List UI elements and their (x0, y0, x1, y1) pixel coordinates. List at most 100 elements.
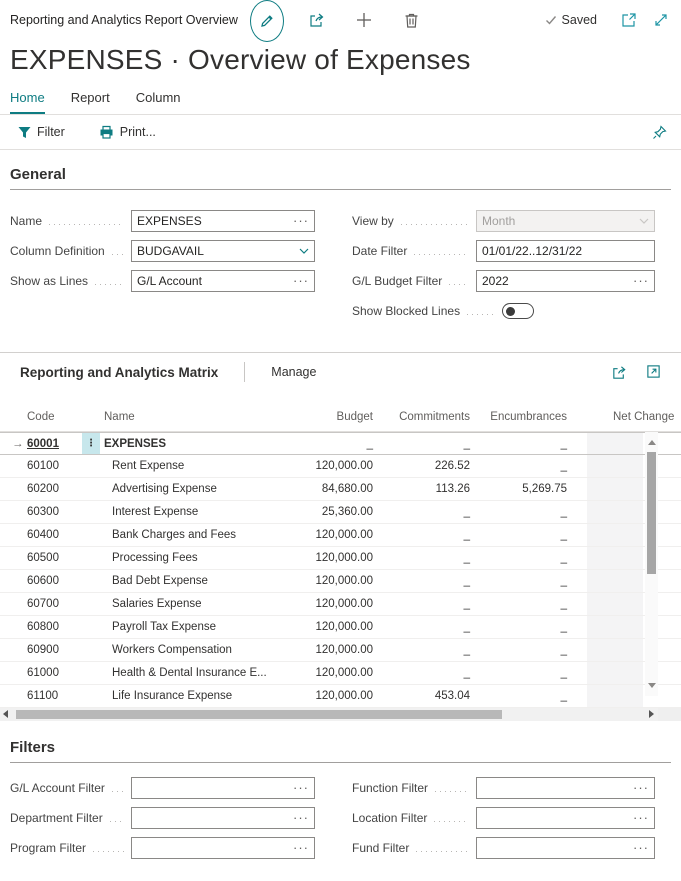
cell-commitments[interactable]: _ (370, 547, 470, 569)
cell-budget[interactable]: 120,000.00 (273, 662, 373, 684)
matrix-manage-menu[interactable]: Manage (271, 365, 316, 379)
matrix-share-button[interactable] (611, 364, 628, 381)
cell-budget[interactable]: 120,000.00 (273, 685, 373, 707)
cell-encumbrances[interactable]: _ (467, 501, 567, 523)
expand-button[interactable] (653, 0, 669, 40)
cell-net-change[interactable] (587, 501, 643, 523)
code-link[interactable]: 61000 (27, 667, 59, 679)
code-link[interactable]: 60200 (27, 483, 59, 495)
code-link[interactable]: 60100 (27, 460, 59, 472)
edit-button[interactable] (250, 0, 284, 42)
tab-home[interactable]: Home (10, 90, 45, 114)
pin-button[interactable] (652, 125, 667, 140)
ellipsis-assist-icon[interactable]: ··· (633, 783, 649, 793)
column-header-commitments[interactable]: Commitments (399, 411, 470, 423)
cell-encumbrances[interactable]: _ (467, 593, 567, 615)
cell-commitments[interactable]: 226.52 (370, 455, 470, 477)
cell-budget[interactable]: 120,000.00 (273, 639, 373, 661)
cell-net-change[interactable] (587, 524, 643, 546)
department-filter-input[interactable]: ··· (131, 807, 315, 829)
scroll-left-icon[interactable] (3, 710, 8, 718)
table-row[interactable]: → 60001 ⋮ EXPENSES _ _ _ (0, 432, 681, 455)
cell-encumbrances[interactable]: _ (467, 547, 567, 569)
horizontal-scroll-thumb[interactable] (16, 710, 502, 719)
column-header-code[interactable]: Code (27, 411, 55, 423)
cell-encumbrances[interactable]: _ (467, 570, 567, 592)
table-row[interactable]: → 61100 Life Insurance Expense 120,000.0… (0, 685, 681, 708)
column-header-net-change[interactable]: Net Change (613, 411, 681, 423)
cell-commitments[interactable]: _ (370, 639, 470, 661)
cell-budget[interactable]: _ (273, 433, 373, 454)
cell-encumbrances[interactable]: _ (467, 455, 567, 477)
cell-commitments[interactable]: 113.26 (370, 478, 470, 500)
cell-budget[interactable]: 120,000.00 (273, 547, 373, 569)
cell-budget[interactable]: 25,360.00 (273, 501, 373, 523)
cell-commitments[interactable]: _ (370, 433, 470, 454)
fund-filter-input[interactable]: ··· (476, 837, 655, 859)
cell-net-change[interactable] (587, 662, 643, 684)
code-link[interactable]: 60700 (27, 598, 59, 610)
cell-budget[interactable]: 120,000.00 (273, 616, 373, 638)
code-link[interactable]: 61100 (27, 690, 58, 702)
cell-budget[interactable]: 120,000.00 (273, 570, 373, 592)
code-link[interactable]: 60001 (27, 438, 59, 450)
cell-commitments[interactable]: _ (370, 570, 470, 592)
table-row[interactable]: → 60200 Advertising Expense 84,680.00 11… (0, 478, 681, 501)
location-filter-input[interactable]: ··· (476, 807, 655, 829)
filter-button[interactable]: Filter (18, 125, 65, 139)
name-input[interactable]: EXPENSES ··· (131, 210, 315, 232)
date-filter-input[interactable]: 01/01/22..12/31/22 (476, 240, 655, 262)
cell-encumbrances[interactable]: _ (467, 662, 567, 684)
ellipsis-assist-icon[interactable]: ··· (293, 843, 309, 853)
table-row[interactable]: → 60300 Interest Expense 25,360.00 _ _ (0, 501, 681, 524)
tab-column[interactable]: Column (136, 90, 181, 114)
show-as-lines-input[interactable]: G/L Account ··· (131, 270, 315, 292)
code-link[interactable]: 60500 (27, 552, 59, 564)
table-row[interactable]: → 60600 Bad Debt Expense 120,000.00 _ _ (0, 570, 681, 593)
cell-commitments[interactable]: _ (370, 501, 470, 523)
cell-net-change[interactable] (587, 433, 643, 454)
scroll-right-icon[interactable] (649, 710, 654, 718)
cell-budget[interactable]: 120,000.00 (273, 455, 373, 477)
ellipsis-assist-icon[interactable]: ··· (293, 783, 309, 793)
column-definition-select[interactable]: BUDGAVAIL (131, 240, 315, 262)
cell-net-change[interactable] (587, 455, 643, 477)
gl-budget-filter-input[interactable]: 2022 ··· (476, 270, 655, 292)
cell-commitments[interactable]: _ (370, 593, 470, 615)
cell-commitments[interactable]: _ (370, 616, 470, 638)
table-row[interactable]: → 60700 Salaries Expense 120,000.00 _ _ (0, 593, 681, 616)
cell-commitments[interactable]: 453.04 (370, 685, 470, 707)
cell-net-change[interactable] (587, 593, 643, 615)
function-filter-input[interactable]: ··· (476, 777, 655, 799)
print-button[interactable]: Print... (99, 125, 156, 139)
cell-encumbrances[interactable]: _ (467, 524, 567, 546)
ellipsis-assist-icon[interactable]: ··· (633, 843, 649, 853)
program-filter-input[interactable]: ··· (131, 837, 315, 859)
code-link[interactable]: 60600 (27, 575, 59, 587)
table-row[interactable]: → 60100 Rent Expense 120,000.00 226.52 _ (0, 455, 681, 478)
scroll-down-icon[interactable] (648, 683, 656, 688)
ellipsis-assist-icon[interactable]: ··· (633, 813, 649, 823)
cell-commitments[interactable]: _ (370, 524, 470, 546)
row-menu-button[interactable]: ⋮ (82, 433, 100, 454)
column-header-name[interactable]: Name (104, 411, 135, 423)
share-button[interactable] (308, 0, 326, 40)
column-header-budget[interactable]: Budget (337, 411, 373, 423)
delete-button[interactable] (404, 0, 419, 40)
matrix-open-button[interactable] (646, 364, 661, 381)
open-in-window-button[interactable] (621, 0, 637, 40)
column-header-encumbrances[interactable]: Encumbrances (490, 411, 567, 423)
cell-encumbrances[interactable]: _ (467, 433, 567, 454)
cell-net-change[interactable] (587, 639, 643, 661)
cell-budget[interactable]: 120,000.00 (273, 524, 373, 546)
cell-net-change[interactable] (587, 570, 643, 592)
cell-encumbrances[interactable]: _ (467, 616, 567, 638)
scroll-up-icon[interactable] (648, 440, 656, 445)
cell-net-change[interactable] (587, 547, 643, 569)
ellipsis-assist-icon[interactable]: ··· (293, 216, 309, 226)
ellipsis-assist-icon[interactable]: ··· (633, 276, 649, 286)
ellipsis-assist-icon[interactable]: ··· (293, 813, 309, 823)
ellipsis-assist-icon[interactable]: ··· (293, 276, 309, 286)
chevron-down-icon[interactable] (299, 248, 309, 254)
code-link[interactable]: 60400 (27, 529, 59, 541)
